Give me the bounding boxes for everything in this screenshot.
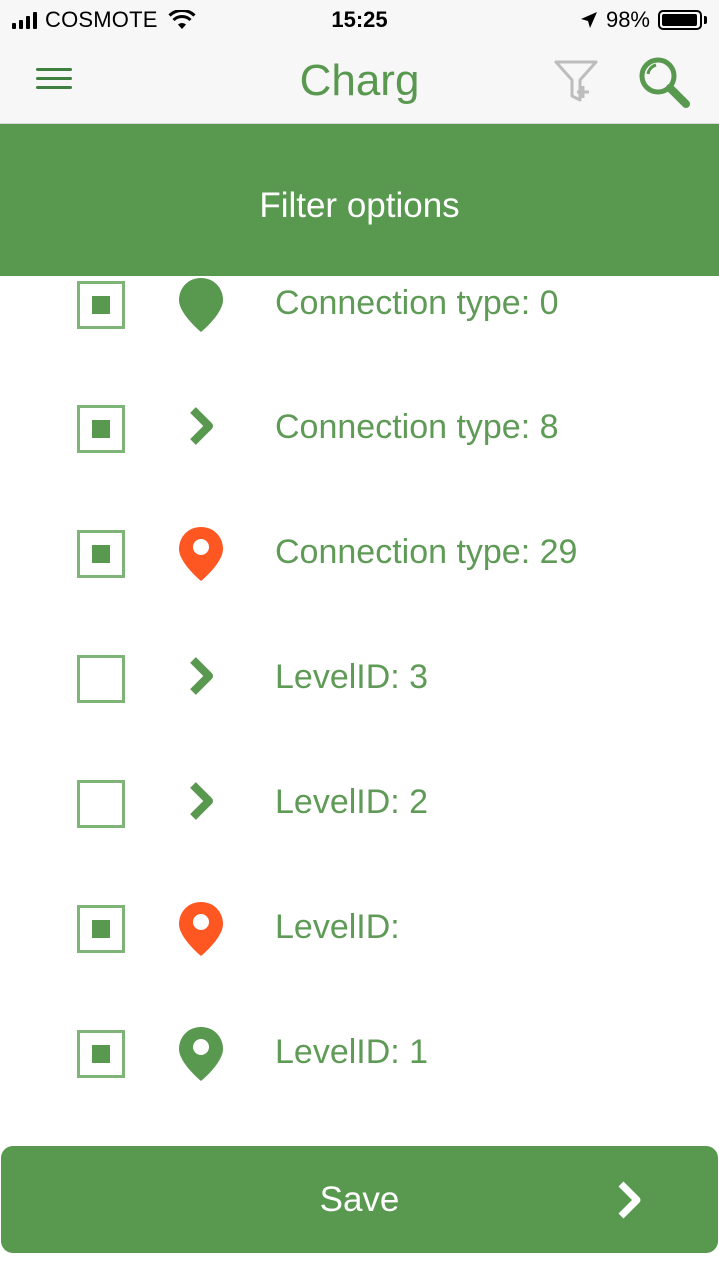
save-label: Save — [319, 1180, 400, 1219]
checkbox-mark — [92, 296, 110, 314]
filter-label: LevelID: — [275, 908, 400, 946]
filter-row[interactable]: Connection type: 8 — [0, 400, 719, 500]
header-title: Filter options — [259, 186, 460, 225]
search-icon[interactable] — [634, 54, 694, 110]
filter-label: Connection type: 0 — [275, 284, 559, 322]
map-pin-icon — [179, 902, 223, 956]
filter-checkbox[interactable] — [77, 281, 125, 329]
filter-row[interactable]: LevelID: 1 — [0, 1025, 719, 1125]
checkbox-mark — [92, 420, 110, 438]
chevron-right-icon — [190, 407, 213, 445]
map-pin-icon — [179, 527, 223, 581]
battery-percent: 98% — [605, 7, 650, 32]
save-button[interactable]: Save — [1, 1146, 718, 1253]
checkbox-mark — [92, 1045, 110, 1063]
filter-checkbox[interactable] — [77, 1030, 125, 1078]
filter-header: Filter options — [0, 124, 719, 276]
battery-icon — [658, 10, 702, 30]
map-pin-icon — [179, 1027, 223, 1081]
filter-label: LevelID: 1 — [275, 1033, 429, 1071]
filter-checkbox[interactable] — [77, 530, 125, 578]
filter-checkbox[interactable] — [77, 780, 125, 828]
location-arrow-icon — [580, 12, 597, 28]
app-screen: COSMOTE 15:25 98% Charg Filter options C… — [0, 0, 719, 1280]
filter-label: Connection type: 29 — [275, 533, 578, 571]
filter-list: Connection type: 0 Connection type: 8 Conn… — [0, 276, 719, 1136]
map-pin-solid-icon — [179, 278, 223, 332]
app-title: Charg — [299, 56, 420, 105]
filter-checkbox[interactable] — [77, 405, 125, 453]
status-right: 98% — [580, 7, 707, 33]
chevron-right-icon — [190, 782, 213, 820]
filter-checkbox[interactable] — [77, 655, 125, 703]
navigation-bar: Charg — [0, 40, 719, 124]
filter-add-icon[interactable] — [552, 56, 600, 108]
status-bar: COSMOTE 15:25 98% — [0, 0, 719, 40]
filter-label: LevelID: 3 — [275, 658, 429, 696]
chevron-right-icon — [618, 1181, 641, 1219]
filter-row[interactable]: LevelID: 3 — [0, 650, 719, 750]
filter-row[interactable]: LevelID: 2 — [0, 775, 719, 875]
checkbox-mark — [92, 545, 110, 563]
filter-row[interactable]: LevelID: — [0, 900, 719, 1000]
battery-tip — [704, 16, 707, 24]
filter-checkbox[interactable] — [77, 905, 125, 953]
filter-row[interactable]: Connection type: 0 — [0, 276, 719, 376]
filter-label: Connection type: 8 — [275, 408, 559, 446]
checkbox-mark — [92, 920, 110, 938]
filter-row[interactable]: Connection type: 29 — [0, 525, 719, 625]
filter-label: LevelID: 2 — [275, 783, 429, 821]
chevron-right-icon — [190, 657, 213, 695]
